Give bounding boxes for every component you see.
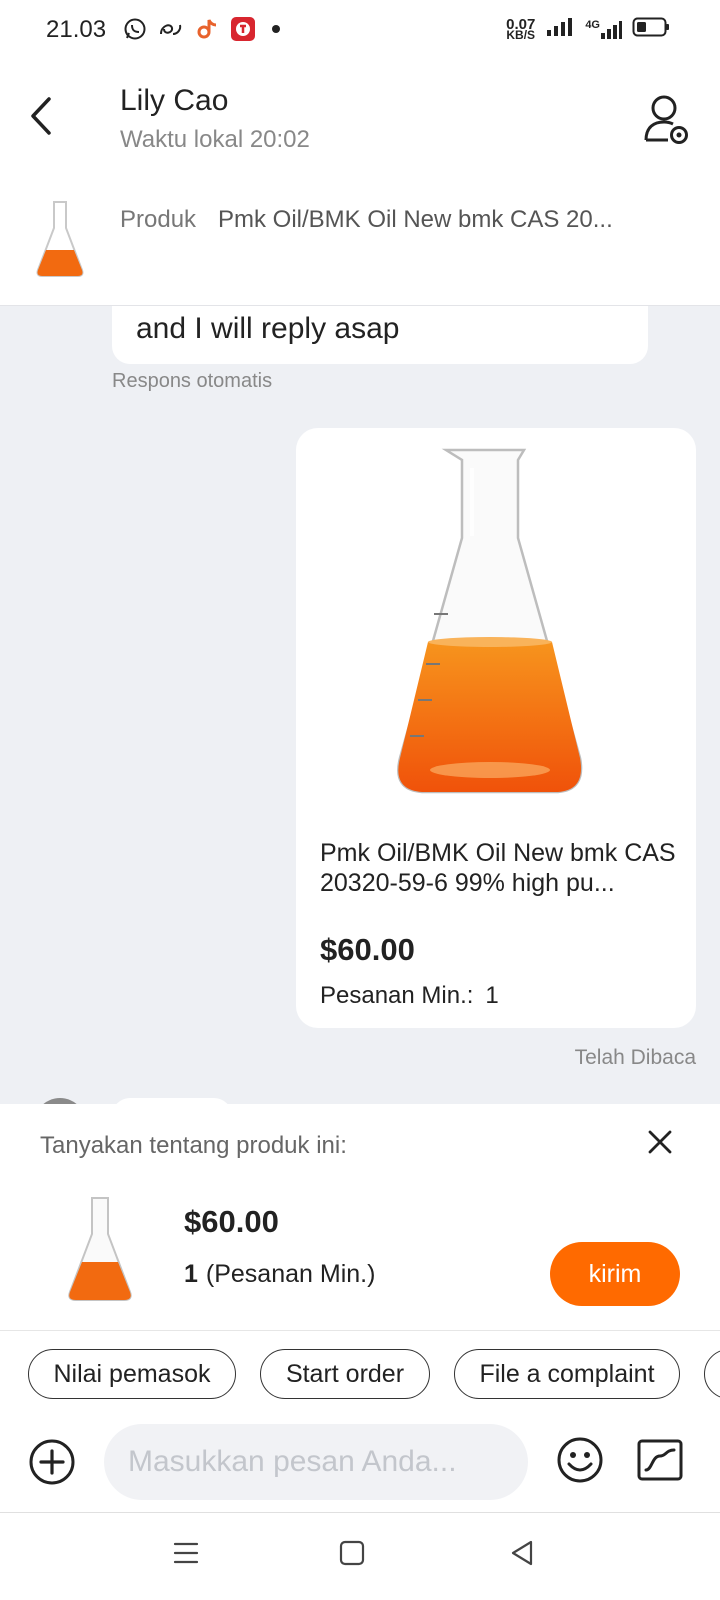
product-title: Pmk Oil/BMK Oil New bmk CAS 20... <box>218 206 613 233</box>
product-image <box>296 428 696 818</box>
close-button[interactable] <box>642 1124 678 1160</box>
product-strip[interactable]: Produk Pmk Oil/BMK Oil New bmk CAS 20... <box>0 176 720 306</box>
ask-min-qty: 1 <box>184 1260 198 1288</box>
nav-back-button[interactable] <box>502 1533 542 1573</box>
square-icon <box>339 1540 365 1566</box>
card-product-title: Pmk Oil/BMK Oil New bmk CAS 20320-59-6 9… <box>320 839 676 897</box>
net-speed: 0.07 KB/S <box>506 17 536 42</box>
auto-response-label: Respons otomatis <box>112 370 273 392</box>
emoji-button[interactable] <box>556 1436 604 1484</box>
add-attachment-button[interactable] <box>28 1438 76 1486</box>
card-price: $60.00 <box>320 932 415 967</box>
shop-app-icon <box>230 16 256 42</box>
smiley-icon <box>557 1437 603 1483</box>
incoming-message-text: and I will reply asap <box>136 312 400 345</box>
user-settings-icon <box>644 95 688 144</box>
message-input-bar <box>0 1416 720 1512</box>
nav-home-button[interactable] <box>332 1533 372 1573</box>
ask-price: $60.00 <box>184 1204 279 1239</box>
tiktok-icon <box>194 16 220 42</box>
ask-min-order: 1 (Pesanan Min.) <box>184 1260 375 1289</box>
whatsapp-icon <box>122 16 148 42</box>
close-icon <box>648 1130 672 1154</box>
ask-product-panel: Tanyakan tentang produk ini: $60.00 1 (Pe… <box>0 1104 720 1330</box>
product-thumbnail <box>32 198 88 278</box>
system-nav-bar <box>0 1512 720 1600</box>
more-notifications-dot <box>272 25 280 33</box>
signal-4g-icon: 4G <box>585 19 622 41</box>
product-label: Produk <box>120 206 197 233</box>
card-min-order: Pesanan Min.: 1 <box>320 982 499 1010</box>
incoming-message-bubble: and I will reply asap <box>112 306 648 364</box>
net-speed-unit: KB/S <box>506 27 536 42</box>
profile-settings-button[interactable] <box>642 94 690 146</box>
local-time: Waktu lokal 20:02 <box>120 126 310 153</box>
ask-min-label: (Pesanan Min.) <box>205 1260 376 1288</box>
quick-reply-more[interactable] <box>704 1349 720 1399</box>
send-button[interactable]: kirim <box>550 1242 680 1306</box>
chevron-left-icon <box>31 97 51 135</box>
message-input[interactable] <box>104 1424 528 1500</box>
triangle-back-icon <box>511 1540 533 1566</box>
ask-product-thumbnail <box>62 1194 138 1304</box>
chat-header: Lily Cao Waktu lokal 20:02 <box>0 64 720 176</box>
image-icon <box>637 1439 683 1481</box>
card-min-order-label: Pesanan Min.: <box>320 982 474 1009</box>
contact-name: Lily Cao <box>120 84 229 117</box>
battery-icon <box>632 16 670 43</box>
quick-reply-rate-supplier[interactable]: Nilai pemasok <box>28 1349 236 1399</box>
nav-menu-button[interactable] <box>166 1533 206 1573</box>
system-icons: 0.07 KB/S 4G <box>506 16 670 43</box>
notification-icons <box>122 16 280 42</box>
menu-icon <box>173 1542 199 1564</box>
read-status: Telah Dibaca <box>574 1046 696 1069</box>
image-button[interactable] <box>636 1438 684 1482</box>
plus-circle-icon <box>29 1439 75 1485</box>
ask-panel-title: Tanyakan tentang produk ini: <box>40 1132 347 1159</box>
signal-icon <box>545 16 575 43</box>
status-bar: 21.03 0.07 KB/S 4G <box>0 0 720 64</box>
card-min-order-value: 1 <box>485 982 499 1009</box>
network-label: 4G <box>585 18 600 31</box>
quick-reply-start-order[interactable]: Start order <box>260 1349 430 1399</box>
product-card[interactable]: Pmk Oil/BMK Oil New bmk CAS 20320-59-6 9… <box>296 428 696 1028</box>
back-button[interactable] <box>20 92 60 140</box>
chat-area[interactable]: and I will reply asap Respons otomatis P… <box>0 306 720 1104</box>
app-icon <box>158 16 184 42</box>
quick-replies: Nilai pemasok Start order File a complai… <box>0 1330 720 1426</box>
status-time: 21.03 <box>46 16 107 43</box>
quick-reply-file-complaint[interactable]: File a complaint <box>454 1349 680 1399</box>
